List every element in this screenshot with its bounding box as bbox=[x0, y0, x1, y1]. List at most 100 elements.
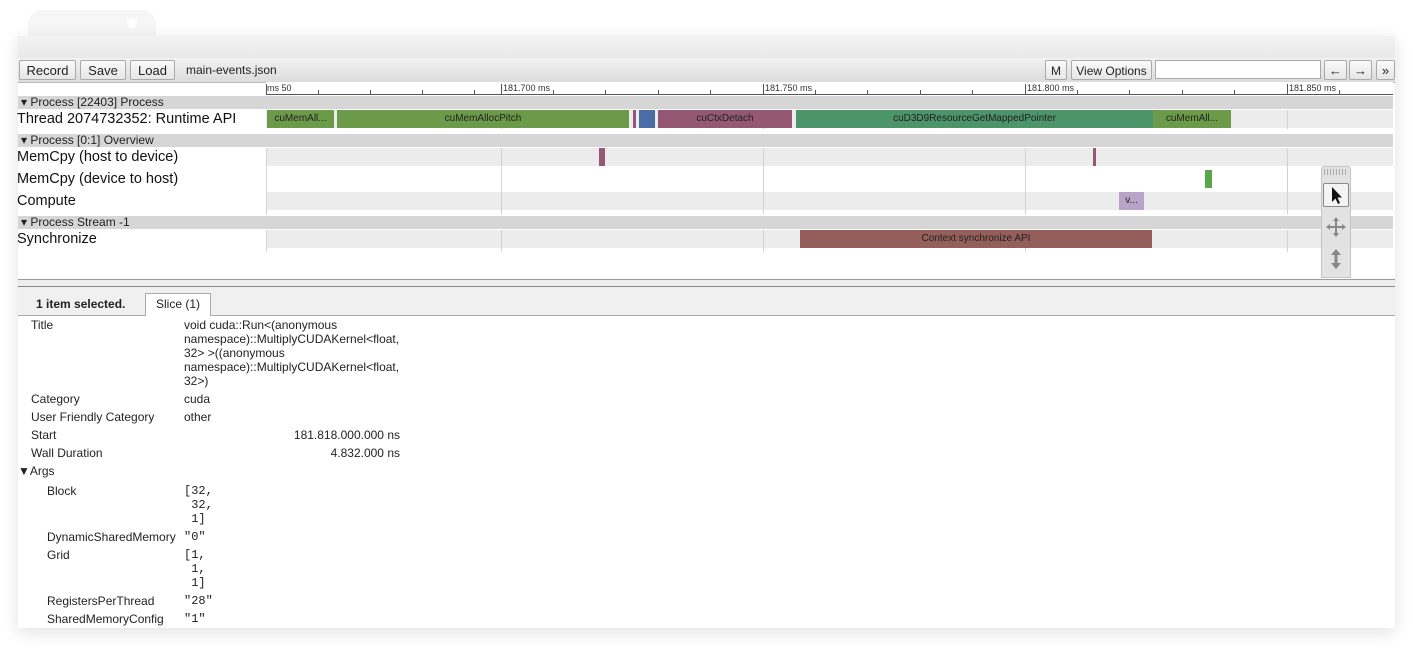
record-button[interactable]: Record bbox=[19, 60, 76, 80]
process-header-22403[interactable]: ▾ Process [22403] Process bbox=[18, 96, 1393, 109]
slice-cumemallocpitch[interactable]: cuMemAllocPitch bbox=[337, 110, 629, 128]
category-label: Category bbox=[31, 392, 80, 406]
grid-line-text: 1, bbox=[184, 562, 206, 576]
grid-line-text: [1, bbox=[184, 548, 206, 562]
time-ruler bbox=[266, 82, 1393, 95]
grid-line bbox=[1287, 148, 1288, 214]
expand-button[interactable]: » bbox=[1376, 60, 1395, 80]
block-line: 1] bbox=[184, 512, 206, 526]
dsm-label: DynamicSharedMemory bbox=[47, 530, 176, 544]
zoom-icon[interactable] bbox=[1323, 247, 1349, 271]
tab-slice[interactable]: Slice (1) bbox=[145, 293, 211, 316]
track-border bbox=[266, 148, 267, 214]
compute-label: Compute bbox=[17, 193, 76, 209]
slice-cuctxdetach[interactable]: cuCtxDetach bbox=[658, 110, 792, 128]
ruler-tick-label: 181.700 ms bbox=[503, 83, 551, 93]
process-header-overview[interactable]: ▾ Process [0:1] Overview bbox=[18, 134, 1393, 147]
pan-icon[interactable] bbox=[1323, 215, 1349, 239]
title-value: void cuda::Run<(anonymous namespace)::Mu… bbox=[184, 318, 399, 388]
grid-line bbox=[763, 230, 764, 252]
process-header-label: ▾ Process [22403] Process bbox=[21, 95, 164, 109]
category-value: cuda bbox=[184, 392, 211, 406]
block-line: [32, bbox=[184, 484, 213, 498]
block-value: [32, 32, 1] bbox=[184, 484, 213, 526]
memcpy-dtoh-slice[interactable] bbox=[1205, 170, 1212, 188]
ruler-tick-label: 181.850 ms bbox=[1289, 83, 1337, 93]
ruler-minor-tick bbox=[474, 90, 475, 94]
rpt-label: RegistersPerThread bbox=[47, 594, 155, 608]
smc-label: SharedMemoryConfig bbox=[47, 612, 164, 626]
track-bg bbox=[266, 170, 1393, 188]
ufc-value: other bbox=[184, 410, 212, 424]
rpt-value: "28" bbox=[184, 594, 213, 608]
context-synchronize-slice[interactable]: Context synchronize API bbox=[800, 230, 1152, 248]
grid-line-text: 1] bbox=[184, 576, 206, 590]
ruler-tick bbox=[501, 84, 502, 94]
grid-line bbox=[1287, 110, 1288, 129]
ruler-minor-tick bbox=[553, 90, 554, 94]
compute-slice[interactable]: v... bbox=[1119, 192, 1144, 210]
ruler-tick bbox=[1287, 84, 1288, 94]
load-button[interactable]: Load bbox=[130, 60, 175, 80]
nav-prev-button[interactable]: ← bbox=[1324, 60, 1347, 80]
ruler-tick-label: 50 ms bbox=[267, 83, 292, 93]
save-button[interactable]: Save bbox=[80, 60, 126, 80]
nav-next-button[interactable]: → bbox=[1349, 60, 1372, 80]
dsm-value: "0" bbox=[184, 530, 206, 544]
analysis-panel-header bbox=[18, 287, 1395, 316]
ruler-minor-tick bbox=[422, 90, 423, 94]
metadata-button[interactable]: M bbox=[1045, 60, 1067, 80]
memcpy-htod-slice[interactable] bbox=[599, 148, 605, 166]
ruler-minor-tick bbox=[972, 90, 973, 94]
wall-duration-label: Wall Duration bbox=[31, 446, 103, 460]
grid-line bbox=[763, 148, 764, 214]
ruler-minor-tick bbox=[1339, 90, 1340, 94]
memcpy-htod-label: MemCpy (host to device) bbox=[17, 149, 179, 165]
file-name: main-events.json bbox=[186, 63, 277, 77]
top-chrome bbox=[18, 36, 1395, 60]
process-header-label: ▾ Process [0:1] Overview bbox=[21, 133, 154, 147]
palette-grip[interactable] bbox=[1324, 169, 1348, 175]
smc-value: "1" bbox=[184, 612, 206, 626]
ruler-tick-label: 181.800 ms bbox=[1027, 83, 1075, 93]
slice-cumemalloc[interactable]: cuMemAll... bbox=[267, 110, 334, 128]
grid-line bbox=[1025, 148, 1026, 214]
ruler-minor-tick bbox=[710, 90, 711, 94]
memcpy-htod-slice[interactable] bbox=[1093, 148, 1096, 166]
slice-blue[interactable] bbox=[639, 110, 655, 128]
ruler-minor-tick bbox=[605, 90, 606, 94]
grid-line bbox=[501, 230, 502, 252]
ruler-minor-tick bbox=[867, 90, 868, 94]
ruler-tick bbox=[763, 84, 764, 94]
block-label: Block bbox=[47, 484, 77, 498]
slice-small[interactable] bbox=[633, 110, 636, 128]
ruler-minor-tick bbox=[658, 90, 659, 94]
ruler-minor-tick bbox=[1077, 90, 1078, 94]
ruler-minor-tick bbox=[318, 90, 319, 94]
ruler-minor-tick bbox=[1182, 90, 1183, 94]
memcpy-dtoh-label: MemCpy (device to host) bbox=[17, 171, 179, 187]
select-arrow-icon[interactable] bbox=[1323, 183, 1349, 207]
track-bg bbox=[266, 148, 1393, 166]
grid-line bbox=[1287, 230, 1288, 252]
title-line: namespace)::MultiplyCUDAKernel<float, bbox=[184, 332, 400, 346]
args-toggle[interactable]: ▼Args bbox=[18, 464, 55, 478]
search-input[interactable] bbox=[1155, 60, 1321, 79]
slice-cud3d9-resource[interactable]: cuD3D9ResourceGetMappedPointer bbox=[796, 110, 1153, 128]
synchronize-label: Synchronize bbox=[17, 231, 97, 247]
slice-cumemalloc-2[interactable]: cuMemAll... bbox=[1153, 110, 1231, 128]
ruler-minor-tick bbox=[920, 90, 921, 94]
view-options-button[interactable]: View Options bbox=[1071, 60, 1152, 80]
grid-label: Grid bbox=[47, 548, 70, 562]
track-border bbox=[266, 230, 267, 252]
process-header-stream[interactable]: ▾ Process Stream -1 bbox=[18, 216, 1393, 229]
ruler-tick bbox=[1025, 84, 1026, 94]
wall-duration-value: 4.832.000 ns bbox=[330, 446, 400, 460]
ruler-tick-label: 181.750 ms bbox=[765, 83, 813, 93]
thread-label: Thread 2074732352: Runtime API bbox=[17, 111, 237, 127]
ufc-label: User Friendly Category bbox=[31, 410, 155, 424]
tab-dot-icon bbox=[127, 18, 137, 28]
title-line: 32>) bbox=[184, 374, 209, 388]
panel-splitter[interactable] bbox=[18, 279, 1395, 287]
block-line: 32, bbox=[184, 498, 213, 512]
